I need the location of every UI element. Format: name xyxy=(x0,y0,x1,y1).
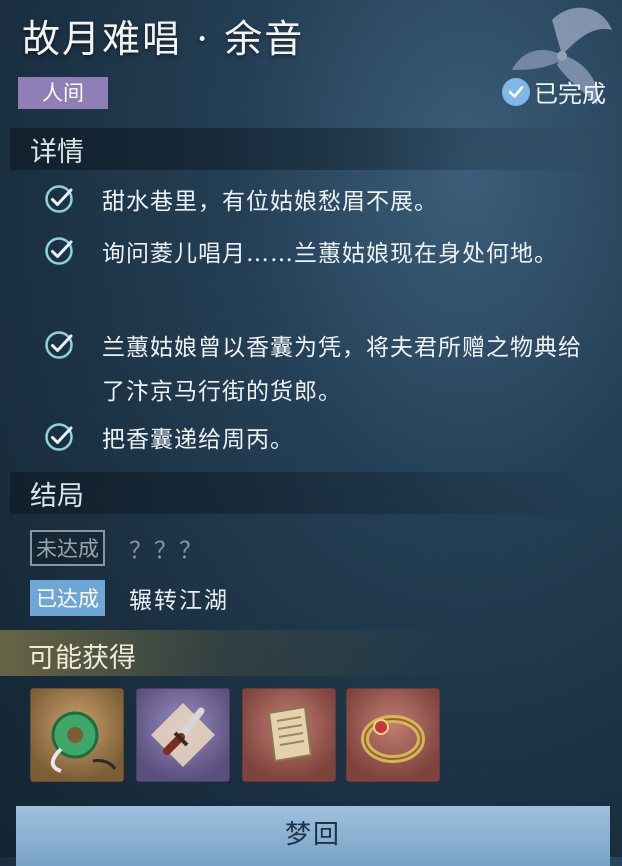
task-text: 把香囊递给周丙。 xyxy=(102,427,294,453)
task-text: 询问菱儿唱月……兰蕙姑娘现在身处何地。 xyxy=(102,241,558,267)
task-item: 询问菱儿唱月……兰蕙姑娘现在身处何地。 xyxy=(44,232,604,276)
check-icon xyxy=(45,237,73,265)
ending-item: 未达成 ？？？ xyxy=(30,530,204,566)
dagger-icon xyxy=(137,689,229,781)
ending-status-badge: 已达成 xyxy=(30,580,105,616)
rewards-heading: 可能获得 xyxy=(28,643,136,674)
realm-tag: 人间 xyxy=(18,77,108,109)
details-header-bar xyxy=(10,128,610,170)
quest-title: 故月难唱 · 余音 xyxy=(22,17,305,61)
gem-ring-icon xyxy=(347,689,439,781)
endings-heading: 结局 xyxy=(30,481,84,512)
reward-item-ring[interactable] xyxy=(346,688,440,782)
details-heading: 详情 xyxy=(30,137,84,168)
completed-check-icon xyxy=(502,77,530,106)
reward-item-dagger[interactable] xyxy=(136,688,230,782)
task-text: 兰蕙姑娘曾以香囊为凭，将夫君所赠之物典给了汴京马行街的货郎。 xyxy=(102,335,582,405)
reward-item-jade-pendant[interactable] xyxy=(30,688,124,782)
task-item: 把香囊递给周丙。 xyxy=(44,418,604,462)
ending-text: ？？？ xyxy=(129,538,204,564)
ending-text: 辗转江湖 xyxy=(129,588,229,614)
task-item: 甜水巷里，有位姑娘愁眉不展。 xyxy=(44,180,604,224)
status-badge: 已完成 xyxy=(502,74,606,109)
reward-item-scroll[interactable] xyxy=(242,688,336,782)
check-icon xyxy=(45,185,73,213)
ending-status-badge: 未达成 xyxy=(30,530,105,566)
endings-header-bar xyxy=(10,472,610,514)
check-icon xyxy=(45,423,73,451)
task-item: 兰蕙姑娘曾以香囊为凭，将夫君所赠之物典给了汴京马行街的货郎。 xyxy=(44,326,604,414)
jade-pendant-icon xyxy=(31,689,123,781)
status-label: 已完成 xyxy=(534,80,606,108)
check-icon xyxy=(45,331,73,359)
scroll-book-icon xyxy=(243,689,335,781)
dream-return-button[interactable]: 梦回 xyxy=(16,806,610,866)
ending-item: 已达成 辗转江湖 xyxy=(30,580,229,616)
task-text: 甜水巷里，有位姑娘愁眉不展。 xyxy=(102,189,438,215)
